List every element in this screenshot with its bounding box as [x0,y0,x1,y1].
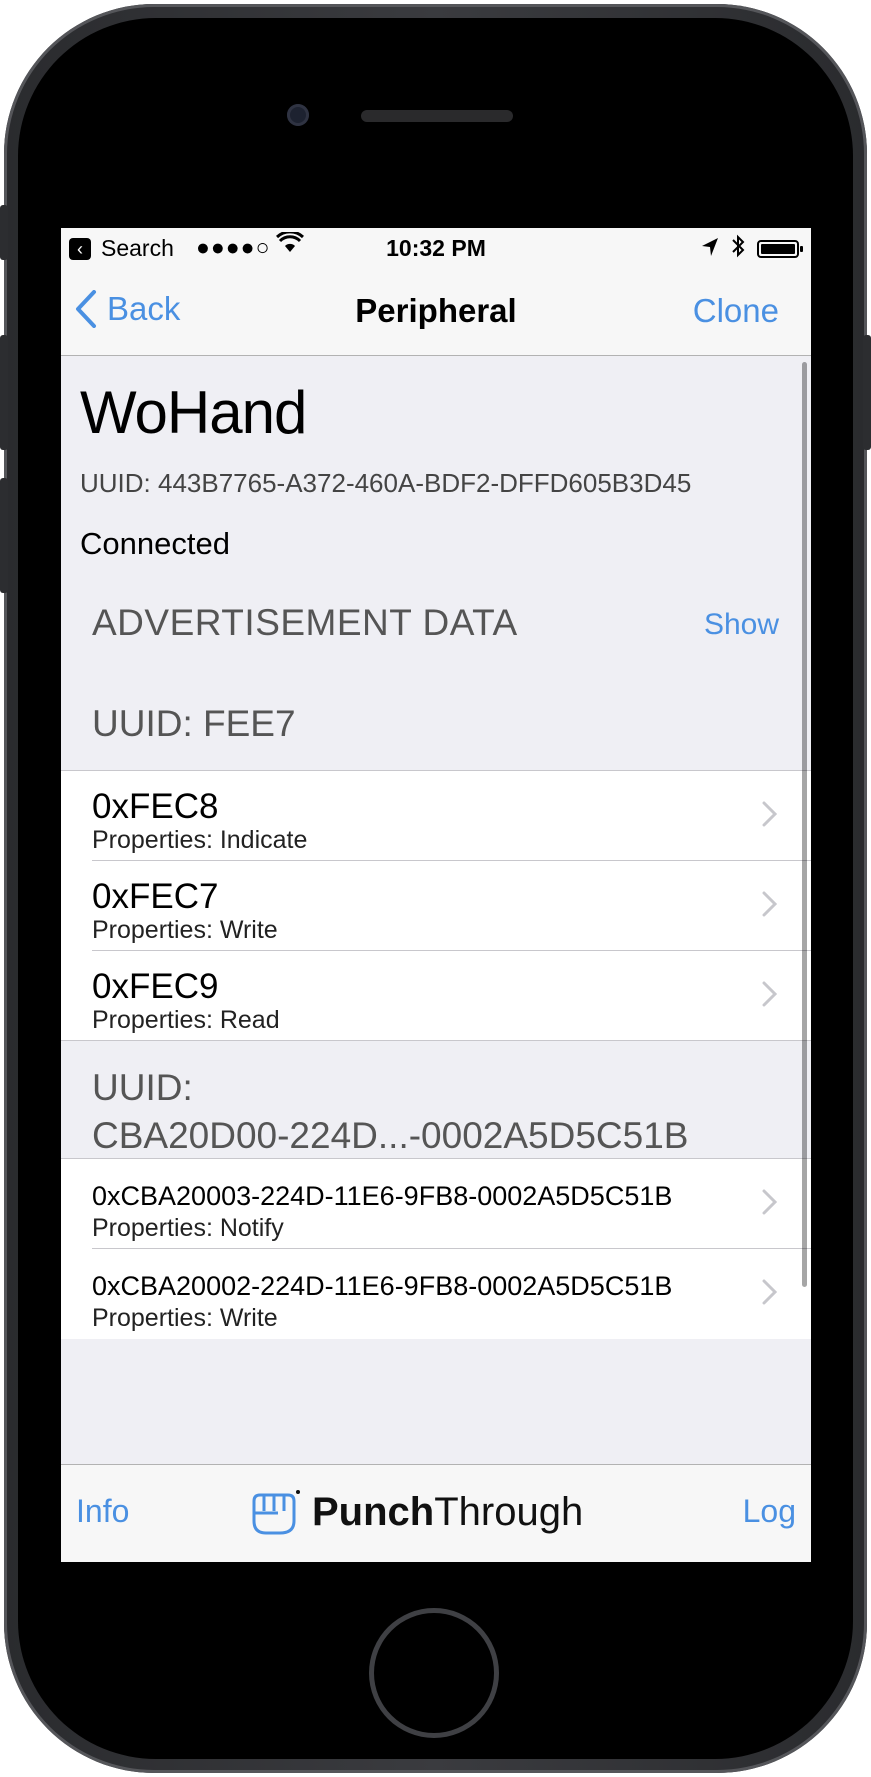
characteristic-row[interactable]: 0xFEC9 Properties: Read [61,951,811,1041]
earpiece-speaker [361,110,513,122]
characteristic-name: 0xCBA20003-224D-11E6-9FB8-0002A5D5C51B [92,1181,673,1211]
characteristic-row[interactable]: 0xCBA20003-224D-11E6-9FB8-0002A5D5C51B P… [61,1159,811,1249]
volume-down-button [0,478,8,593]
punchthrough-logo: PunchThrough [248,1487,583,1537]
divider [61,1040,811,1041]
clone-button[interactable]: Clone [693,292,779,330]
clock: 10:32 PM [386,235,486,261]
bottom-toolbar: Info PunchThrough Log [61,1464,811,1562]
device-name: WoHand [80,379,307,446]
characteristic-properties: Properties: Write [92,1304,278,1332]
battery-icon [757,240,803,258]
chevron-right-icon [762,1279,778,1305]
chevron-right-icon [762,981,778,1007]
characteristic-name: 0xFEC9 [92,967,219,1006]
navigation-bar: Back Peripheral Clone [61,268,811,356]
peripheral-detail-list[interactable]: WoHand UUID: 443B7765-A372-460A-BDF2-DFF… [61,356,811,1464]
device-uuid: UUID: 443B7765-A372-460A-BDF2-DFFD605B3D… [80,468,692,498]
home-button[interactable] [369,1608,499,1738]
characteristic-properties: Properties: Read [92,1006,280,1034]
info-button[interactable]: Info [76,1493,129,1530]
characteristic-name: 0xCBA20002-224D-11E6-9FB8-0002A5D5C51B [92,1271,673,1301]
fist-logo-icon [252,1490,300,1535]
characteristic-properties: Properties: Notify [92,1214,284,1242]
chevron-right-icon [762,801,778,827]
characteristic-properties: Properties: Indicate [92,826,308,854]
status-bar: ‹ Search ●●●●○ 10:32 PM [61,228,811,268]
show-advertisement-button[interactable]: Show [704,608,779,642]
bluetooth-icon [731,234,745,264]
brand-name-regular: Through [434,1489,584,1534]
volume-up-button [0,335,8,450]
power-button [863,335,871,450]
service-header-line: UUID: [92,1067,193,1108]
service-header: UUID: FEE7 [92,703,296,744]
advertisement-data-header: ADVERTISEMENT DATA [92,602,518,643]
brand-name-bold: Punch [312,1489,435,1534]
characteristic-properties: Properties: Write [92,916,278,944]
scroll-indicator[interactable] [802,362,807,1287]
characteristic-name: 0xFEC7 [92,877,219,916]
service-header-uuid: CBA20D00-224D...-0002A5D5C51B [92,1115,689,1156]
log-button[interactable]: Log [743,1493,796,1530]
brand-name: PunchThrough [312,1490,583,1535]
characteristic-row[interactable]: 0xFEC7 Properties: Write [61,861,811,951]
characteristic-row[interactable]: 0xFEC8 Properties: Indicate [61,771,811,861]
service-header: UUID: CBA20D00-224D...-0002A5D5C51B [92,1064,688,1160]
front-camera [287,104,309,126]
mute-switch [0,205,8,260]
characteristic-row[interactable]: 0xCBA20002-224D-11E6-9FB8-0002A5D5C51B P… [61,1249,811,1339]
characteristic-name: 0xFEC8 [92,787,219,826]
chevron-right-icon [762,1189,778,1215]
chevron-right-icon [762,891,778,917]
app-screen: ‹ Search ●●●●○ 10:32 PM Back Peripheral … [61,228,811,1562]
status-right-group [701,234,803,264]
connection-status: Connected [80,526,230,561]
location-arrow-icon [701,236,719,263]
